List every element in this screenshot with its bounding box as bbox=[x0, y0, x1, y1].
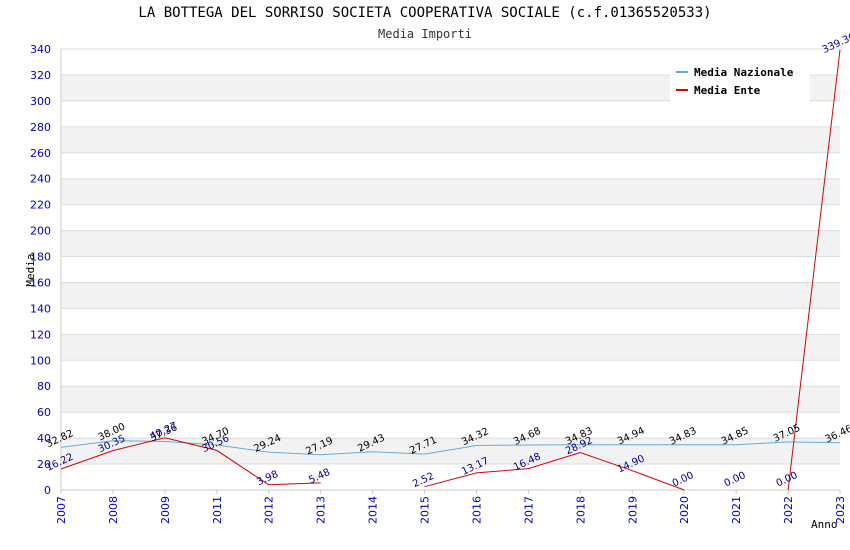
y-tick-label: 340 bbox=[30, 43, 51, 56]
x-tick-label: 2020 bbox=[678, 496, 691, 524]
series-lines bbox=[60, 49, 841, 491]
legend-swatch-nazionale bbox=[676, 71, 688, 73]
y-tick-label: 120 bbox=[30, 328, 51, 341]
y-tick-label: 220 bbox=[30, 199, 51, 212]
x-tick-label: 2009 bbox=[159, 496, 172, 524]
grid-band bbox=[61, 178, 840, 205]
legend: Media Nazionale Media Ente bbox=[670, 60, 810, 102]
grid-bands bbox=[61, 74, 840, 465]
x-tick-label: 2018 bbox=[574, 496, 587, 524]
data-label-ente: 0.00 bbox=[775, 470, 800, 489]
y-tick-label: 300 bbox=[30, 95, 51, 108]
y-tick-label: 60 bbox=[37, 406, 51, 419]
data-label-ente: 0.00 bbox=[723, 470, 748, 489]
data-label-ente: 339.36 bbox=[821, 31, 850, 56]
x-tick-label: 2008 bbox=[107, 496, 120, 524]
x-tick-label: 2012 bbox=[263, 496, 276, 524]
x-tick-label: 2007 bbox=[55, 496, 68, 524]
y-tick-label: 80 bbox=[37, 380, 51, 393]
x-tick-label: 2017 bbox=[522, 496, 535, 524]
data-label-ente: 0.00 bbox=[671, 470, 696, 489]
y-tick-label: 100 bbox=[30, 354, 51, 367]
legend-label-nazionale: Media Nazionale bbox=[694, 65, 794, 79]
grid-band bbox=[61, 386, 840, 413]
grid-band bbox=[61, 334, 840, 361]
y-axis-label: Media bbox=[24, 253, 37, 286]
chart-root: LA BOTTEGA DEL SORRISO SOCIETA COOPERATI… bbox=[0, 0, 850, 550]
x-tick-label: 2022 bbox=[782, 496, 795, 524]
x-tick-label: 2019 bbox=[626, 496, 639, 524]
legend-label-ente: Media Ente bbox=[694, 83, 761, 97]
grid-band bbox=[61, 282, 840, 309]
x-tick-label: 2014 bbox=[367, 496, 380, 524]
grid-band bbox=[61, 126, 840, 153]
x-tick-label: 2013 bbox=[315, 496, 328, 524]
x-tick-label: 2011 bbox=[211, 496, 224, 524]
y-tick-label: 200 bbox=[30, 225, 51, 238]
y-tick-label: 240 bbox=[30, 173, 51, 186]
gridlines bbox=[61, 48, 840, 491]
y-tick-label: 140 bbox=[30, 302, 51, 315]
axes bbox=[60, 49, 841, 494]
x-tick-label: 2016 bbox=[470, 496, 483, 524]
x-tick-label: 2021 bbox=[730, 496, 743, 524]
grid-band bbox=[61, 230, 840, 257]
y-tick-label: 280 bbox=[30, 121, 51, 134]
legend-item-ente: Media Ente bbox=[676, 82, 760, 98]
y-tick-label: 260 bbox=[30, 147, 51, 160]
data-label-ente: 3.98 bbox=[255, 469, 280, 488]
data-label-ente: 2.52 bbox=[411, 471, 436, 490]
x-tick-label: 2015 bbox=[419, 496, 432, 524]
legend-swatch-ente bbox=[676, 89, 688, 91]
y-tick-label: 320 bbox=[30, 69, 51, 82]
x-axis-label: Anno bbox=[811, 518, 838, 531]
legend-item-nazionale: Media Nazionale bbox=[676, 64, 793, 80]
data-label-ente: 16.22 bbox=[45, 452, 76, 474]
y-tick-label: 0 bbox=[44, 484, 51, 497]
x-ticks: 2007 2008 2009 2011 2012 2013 2014 2015 2016 2017… bbox=[55, 496, 847, 524]
